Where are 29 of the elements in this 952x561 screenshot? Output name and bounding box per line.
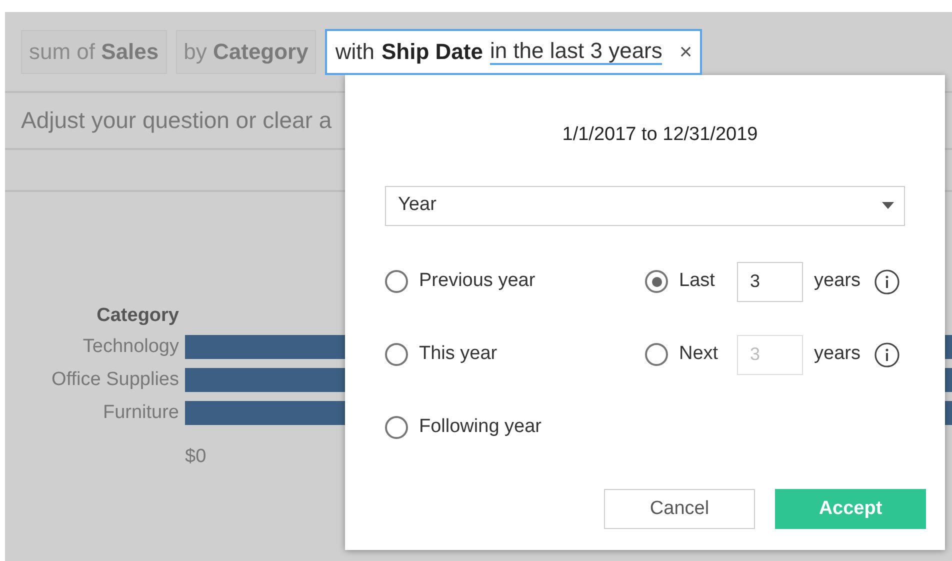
cancel-button[interactable]: Cancel	[604, 489, 755, 529]
category-label: Technology	[82, 335, 179, 359]
info-icon[interactable]	[874, 268, 900, 294]
close-button[interactable]: ×	[679, 35, 692, 68]
axis-title: Category	[96, 304, 179, 328]
option-label: Following year	[419, 415, 542, 440]
radio-button[interactable]	[385, 343, 408, 366]
filter-pill[interactable]: with Ship Date in the last 3 years ×	[325, 28, 702, 74]
category-label: Furniture	[102, 401, 179, 425]
radio-button[interactable]	[385, 270, 408, 293]
unit-label: years	[814, 269, 860, 294]
number-field[interactable]: 3	[737, 262, 803, 302]
radio-button[interactable]	[385, 416, 408, 439]
category-label: Office Supplies	[52, 368, 179, 392]
hint-text: Adjust your question or clear a	[21, 106, 332, 136]
date-range-text: 1/1/2017 to 12/31/2019	[562, 123, 758, 147]
unit-label: years	[814, 342, 860, 366]
radio-button[interactable]	[645, 270, 668, 293]
option-label: Last	[679, 269, 716, 294]
condition-link[interactable]: in the last 3 years	[490, 38, 662, 64]
field-name: Ship Date	[381, 38, 483, 66]
option-label: This year	[419, 342, 498, 366]
caret-icon	[882, 202, 894, 210]
unit-dropdown[interactable]: Year	[385, 186, 905, 226]
option-label: Next	[679, 342, 720, 366]
option-label: Previous year	[419, 269, 536, 294]
info-icon[interactable]	[874, 342, 900, 368]
pill-prefix: with	[335, 38, 374, 66]
axis-tick: $0	[185, 445, 208, 469]
